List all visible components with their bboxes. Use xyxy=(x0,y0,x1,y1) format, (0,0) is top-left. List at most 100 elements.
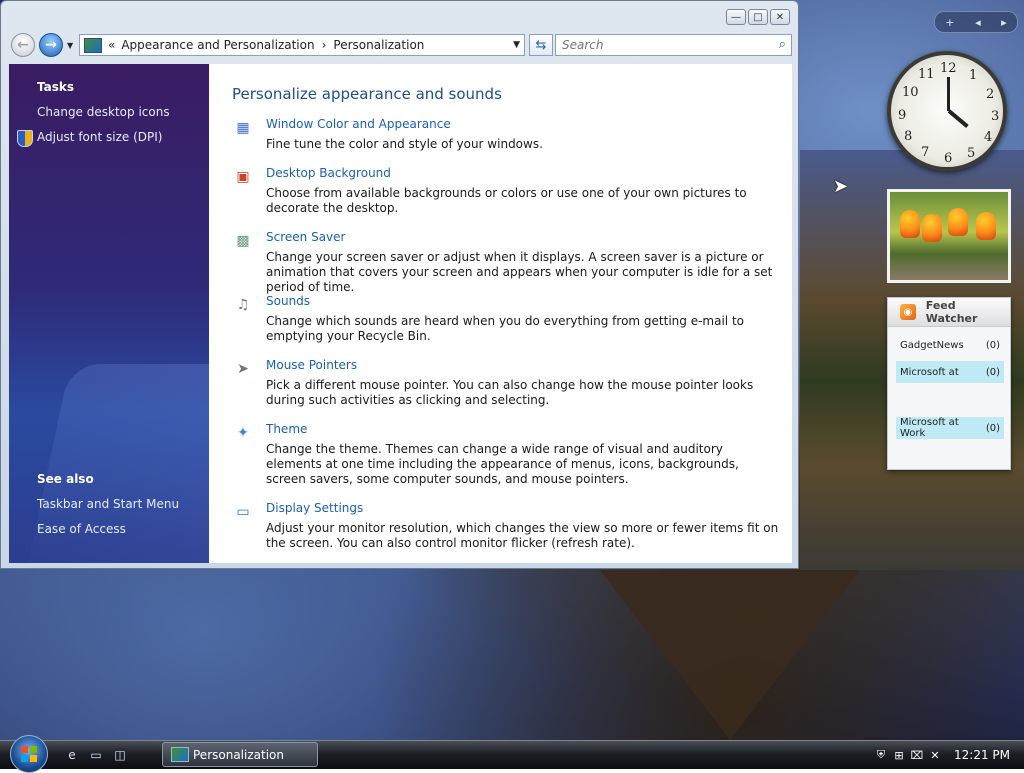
feed-title: Feed Watcher xyxy=(925,299,978,325)
task-label: Personalization xyxy=(193,747,284,762)
close-button[interactable]: ✕ xyxy=(770,9,790,25)
clock-number: 3 xyxy=(991,109,1000,124)
sounds-link[interactable]: Sounds xyxy=(266,294,310,308)
next-page-icon[interactable]: ▸ xyxy=(1001,16,1007,29)
clock-number: 1 xyxy=(969,68,978,83)
feed-count: (0) xyxy=(985,366,1000,378)
ease-of-access-link[interactable]: Ease of Access xyxy=(37,522,126,536)
wallpaper-mountain xyxy=(600,570,860,740)
rss-icon: ◉ xyxy=(900,304,916,320)
page-title: Personalize appearance and sounds xyxy=(232,85,502,103)
feed-item[interactable]: Microsoft at (0) xyxy=(896,361,1004,383)
parrot-image xyxy=(900,210,920,238)
display-settings-description: Adjust your monitor resolution, which ch… xyxy=(266,521,779,550)
feed-watcher-gadget[interactable]: ◉ Feed Watcher GadgetNews (0) Microsoft … xyxy=(887,297,1011,470)
screen-saver-description: Change your screen saver or adjust when … xyxy=(266,250,773,294)
sounds-description: Change which sounds are heard when you d… xyxy=(266,314,744,343)
add-gadget-icon[interactable]: + xyxy=(945,16,954,29)
navigation-bar: ← → ▼ « Appearance and Personalization ›… xyxy=(9,32,792,58)
address-bar[interactable]: « Appearance and Personalization › Perso… xyxy=(79,34,525,56)
search-box[interactable]: ⌕ xyxy=(555,34,792,56)
windows-update-icon[interactable]: ⊞ xyxy=(892,748,906,762)
show-desktop-icon[interactable]: ▭ xyxy=(88,747,104,763)
parrot-image xyxy=(922,214,942,242)
previous-page-icon[interactable]: ◂ xyxy=(975,16,981,29)
mouse-pointers-link[interactable]: Mouse Pointers xyxy=(266,358,357,372)
clock-number: 11 xyxy=(918,67,935,82)
theme-icon: ✦ xyxy=(237,425,249,441)
ie-icon[interactable]: e xyxy=(64,747,80,763)
network-icon[interactable]: ⌧ xyxy=(910,748,924,762)
breadcrumb-personalization[interactable]: Personalization xyxy=(333,38,424,52)
address-dropdown-icon[interactable]: ▼ xyxy=(513,40,520,50)
desktop-background-description: Choose from available backgrounds or col… xyxy=(266,186,747,215)
search-icon[interactable]: ⌕ xyxy=(779,37,786,52)
forward-button[interactable]: → xyxy=(39,33,63,57)
window-color-link[interactable]: Window Color and Appearance xyxy=(266,117,451,131)
clock-number: 6 xyxy=(944,151,953,166)
control-panel-icon xyxy=(84,37,102,53)
clock-number: 8 xyxy=(904,129,913,144)
control-panel-icon xyxy=(171,747,189,762)
mouse-cursor-icon: ➤ xyxy=(833,176,849,197)
slideshow-gadget[interactable] xyxy=(887,189,1011,283)
refresh-button[interactable]: ⇆ xyxy=(529,34,553,56)
theme-link[interactable]: Theme xyxy=(266,422,307,436)
clock-number: 2 xyxy=(986,87,995,102)
feed-count: (0) xyxy=(985,339,1000,351)
breadcrumb-appearance[interactable]: Appearance and Personalization xyxy=(121,38,314,52)
taskbar-start-menu-link[interactable]: Taskbar and Start Menu xyxy=(37,497,179,511)
breadcrumb-overflow-icon[interactable]: « xyxy=(108,38,115,52)
start-button[interactable] xyxy=(10,735,48,773)
back-button[interactable]: ← xyxy=(11,33,35,57)
taskbar-personalization-button[interactable]: Personalization xyxy=(162,742,318,767)
screen-saver-link[interactable]: Screen Saver xyxy=(266,230,345,244)
parrot-image xyxy=(976,212,996,240)
clock-number: 9 xyxy=(898,108,907,123)
search-input[interactable] xyxy=(560,37,764,53)
feed-name: GadgetNews xyxy=(900,339,964,351)
gadget-toolbar: + ◂ ▸ xyxy=(934,11,1018,33)
volume-muted-icon[interactable]: ✕ xyxy=(928,748,942,762)
clock-number: 4 xyxy=(984,130,993,145)
security-shield-icon[interactable]: ⛨ xyxy=(874,748,888,762)
hour-hand xyxy=(947,109,969,128)
clock-number: 7 xyxy=(921,145,930,160)
tasks-heading: Tasks xyxy=(37,80,75,94)
see-also-heading: See also xyxy=(37,472,94,486)
breadcrumb-separator-icon[interactable]: › xyxy=(322,38,327,52)
feed-name: Microsoft at xyxy=(900,366,959,378)
display-settings-icon: ▭ xyxy=(236,504,250,520)
feed-count: (0) xyxy=(985,422,1000,434)
parrot-image xyxy=(948,208,968,236)
desktop-background-link[interactable]: Desktop Background xyxy=(266,166,391,180)
theme-description: Change the theme. Themes can change a wi… xyxy=(266,442,739,486)
clock-number: 5 xyxy=(967,146,976,161)
window-color-description: Fine tune the color and style of your wi… xyxy=(266,137,543,151)
feed-item[interactable]: GadgetNews (0) xyxy=(896,334,1004,356)
uac-shield-icon xyxy=(17,130,33,147)
minimize-button[interactable]: — xyxy=(726,9,746,25)
feed-name: Microsoft at Work xyxy=(900,417,959,439)
desktop-background-icon: ▣ xyxy=(236,169,250,185)
main-content: Personalize appearance and sounds ▦ Wind… xyxy=(209,64,792,563)
switch-windows-icon[interactable]: ◫ xyxy=(112,747,128,763)
windows-logo-icon xyxy=(21,746,37,762)
adjust-font-size-link[interactable]: Adjust font size (DPI) xyxy=(37,130,162,144)
display-settings-link[interactable]: Display Settings xyxy=(266,501,363,515)
mouse-pointer-icon: ➤ xyxy=(237,361,249,377)
clock-gadget[interactable]: 12 1 2 3 4 5 6 7 8 9 10 11 xyxy=(887,51,1007,171)
recent-pages-dropdown-icon[interactable]: ▼ xyxy=(67,41,73,50)
mouse-pointers-description: Pick a different mouse pointer. You can … xyxy=(266,378,754,407)
clock-number: 12 xyxy=(940,61,957,76)
personalization-window: — □ ✕ ← → ▼ « Appearance and Personaliza… xyxy=(0,0,799,569)
maximize-button[interactable]: □ xyxy=(748,9,768,25)
screen-saver-icon: ▩ xyxy=(236,233,250,249)
change-desktop-icons-link[interactable]: Change desktop icons xyxy=(37,105,170,119)
clock-number: 10 xyxy=(902,85,919,100)
taskbar-clock[interactable]: 12:21 PM xyxy=(954,748,1010,762)
taskbar: e ▭ ◫ Personalization ⛨ ⊞ ⌧ ✕ 12:21 PM xyxy=(0,735,1024,773)
feed-item[interactable]: Microsoft at Work (0) xyxy=(896,417,1004,439)
task-pane: Tasks Change desktop icons Adjust font s… xyxy=(9,64,209,563)
caption-buttons: — □ ✕ xyxy=(726,9,790,25)
